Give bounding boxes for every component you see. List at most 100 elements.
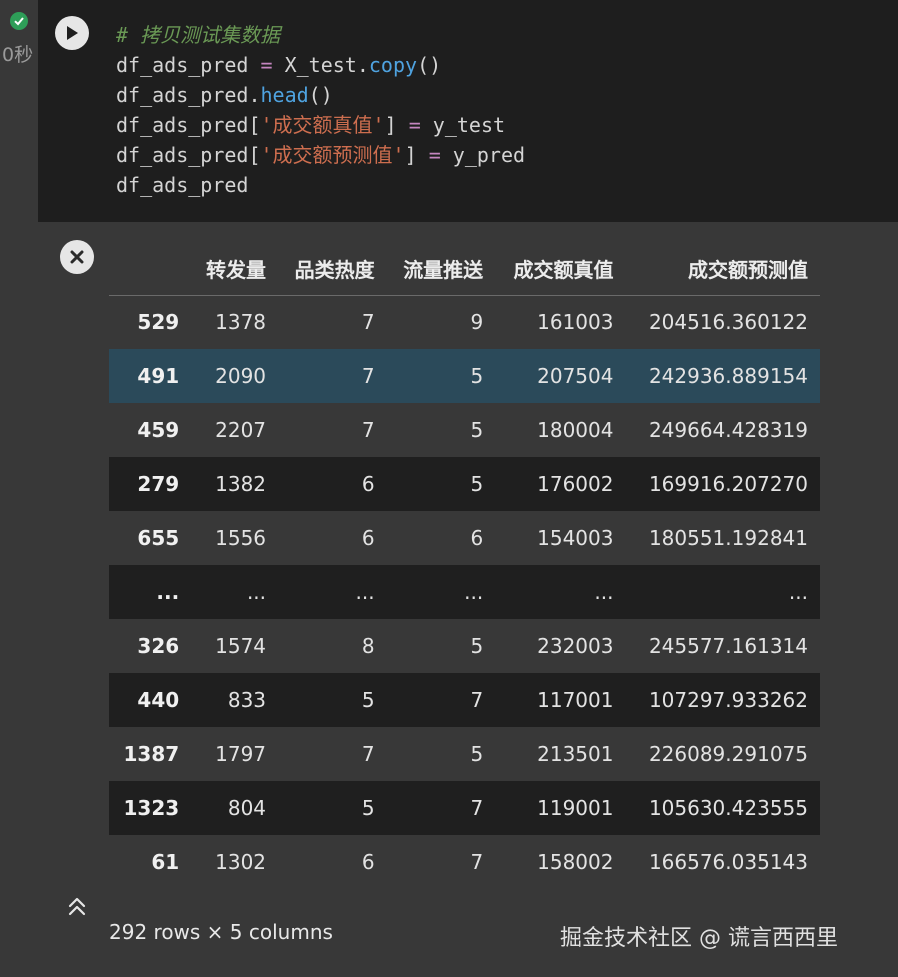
- table-cell: 2090: [215, 364, 267, 388]
- row-index: 459: [137, 418, 180, 442]
- table-cell: 5: [470, 364, 484, 388]
- table-cell: ...: [246, 580, 267, 604]
- row-index: 1323: [123, 796, 180, 820]
- code-token: df_ads_pred[: [116, 143, 261, 167]
- table-row: 459 2207 7 5 180004 249664.428319: [109, 403, 820, 457]
- table-cell: 213501: [537, 742, 614, 766]
- table-cell: 245577.161314: [648, 634, 808, 658]
- table-row: 440 833 5 7 117001 107297.933262: [109, 673, 820, 727]
- table-cell: ...: [464, 580, 484, 604]
- table-cell: 804: [227, 796, 267, 820]
- code-string: '成交额真值': [260, 113, 385, 137]
- table-row-hovered: 491 2090 7 5 207504 242936.889154: [109, 349, 820, 403]
- table-cell: 5: [470, 634, 484, 658]
- table-row: 1387 1797 7 5 213501 226089.291075: [109, 727, 820, 781]
- table-cell: 161003: [537, 310, 614, 335]
- table-cell: 5: [470, 418, 484, 442]
- table-row: 1323 804 5 7 119001 105630.423555: [109, 781, 820, 835]
- table-cell: 207504: [537, 364, 614, 388]
- collapse-output-button[interactable]: [64, 893, 90, 919]
- table-cell: 242936.889154: [648, 364, 808, 388]
- check-circle-icon: [10, 12, 28, 30]
- table-cell: 232003: [537, 634, 614, 658]
- code-token: (): [417, 53, 442, 77]
- row-index: ...: [156, 580, 180, 604]
- table-cell: 7: [361, 364, 375, 388]
- play-icon: [67, 26, 78, 40]
- run-cell-button[interactable]: [55, 16, 89, 50]
- table-cell: ...: [355, 580, 375, 604]
- table-cell: 1382: [215, 472, 267, 496]
- watermark: 掘金技术社区 @ 谎言西西里: [560, 926, 838, 951]
- code-token: df_ads_pred: [116, 53, 249, 77]
- table-cell: 833: [227, 688, 267, 712]
- code-token: df_ads_pred[: [116, 113, 261, 137]
- table-cell: 1797: [215, 742, 267, 766]
- table-cell: ...: [788, 580, 808, 604]
- table-cell: 5: [361, 688, 375, 712]
- table-cell: 1556: [215, 526, 267, 550]
- table-cell: 158002: [537, 850, 614, 874]
- table-cell: 6: [361, 526, 375, 550]
- table-cell: 119001: [537, 796, 614, 820]
- code-function: head: [260, 83, 309, 107]
- row-index: 326: [137, 634, 180, 658]
- row-index: 1387: [123, 742, 180, 766]
- row-index: 279: [137, 472, 180, 496]
- row-index: 440: [137, 688, 180, 712]
- column-header: 品类热度: [278, 243, 387, 296]
- table-row: 655 1556 6 6 154003 180551.192841: [109, 511, 820, 565]
- table-cell: 7: [361, 310, 375, 335]
- table-cell: 5: [470, 742, 484, 766]
- dataframe-table: 转发量 品类热度 流量推送 成交额真值 成交额预测值 529 1378 7 9 …: [109, 243, 820, 889]
- table-cell: 105630.423555: [648, 796, 808, 820]
- table-cell: 7: [470, 796, 484, 820]
- code-token: y_pred: [452, 143, 526, 167]
- column-header-index: [109, 243, 192, 296]
- clear-output-button[interactable]: [60, 240, 94, 274]
- chevrons-up-icon: [68, 897, 86, 916]
- code-string: '成交额预测值': [260, 143, 405, 167]
- table-cell: 6: [361, 472, 375, 496]
- table-cell: 7: [361, 418, 375, 442]
- code-token: y_test: [432, 113, 506, 137]
- code-editor[interactable]: # 拷贝测试集数据 df_ads_pred = X_test.copy() df…: [116, 20, 525, 200]
- table-cell: 176002: [537, 472, 614, 496]
- row-index: 655: [137, 526, 180, 550]
- code-token: X_test.: [284, 53, 369, 77]
- table-cell: 7: [470, 688, 484, 712]
- table-cell: 7: [361, 742, 375, 766]
- table-cell: 107297.933262: [648, 688, 808, 712]
- table-row: 61 1302 6 7 158002 166576.035143: [109, 835, 820, 889]
- close-icon: [70, 250, 84, 264]
- table-cell: 169916.207270: [648, 472, 808, 496]
- table-cell: 8: [361, 634, 375, 658]
- table-row: 326 1574 8 5 232003 245577.161314: [109, 619, 820, 673]
- cell-gutter: 0秒: [0, 0, 38, 977]
- code-token: (): [308, 83, 333, 107]
- column-header: 成交额真值: [495, 243, 626, 296]
- code-comment: # 拷贝测试集数据: [116, 23, 281, 47]
- table-cell: 180004: [537, 418, 614, 442]
- execution-time: 0秒: [2, 44, 34, 66]
- table-cell: 166576.035143: [648, 850, 808, 874]
- table-cell: 7: [470, 850, 484, 874]
- table-cell: 6: [470, 526, 484, 550]
- table-cell: 2207: [215, 418, 267, 442]
- table-cell: 226089.291075: [648, 742, 808, 766]
- table-cell: 9: [470, 310, 484, 335]
- table-cell: 1302: [215, 850, 267, 874]
- code-token: ]: [404, 143, 417, 167]
- table-cell: ...: [594, 580, 614, 604]
- table-cell: 5: [470, 472, 484, 496]
- row-index: 61: [151, 850, 180, 874]
- dataframe-shape: 292 rows × 5 columns: [109, 920, 333, 944]
- row-index: 491: [137, 364, 180, 388]
- table-cell: 154003: [537, 526, 614, 550]
- code-token: ]: [384, 113, 397, 137]
- row-index: 529: [137, 310, 180, 335]
- table-cell: 1574: [215, 634, 267, 658]
- table-row-ellipsis: ... ... ... ... ... ...: [109, 565, 820, 619]
- table-header-row: 转发量 品类热度 流量推送 成交额真值 成交额预测值: [109, 243, 820, 296]
- table-row: 279 1382 6 5 176002 169916.207270: [109, 457, 820, 511]
